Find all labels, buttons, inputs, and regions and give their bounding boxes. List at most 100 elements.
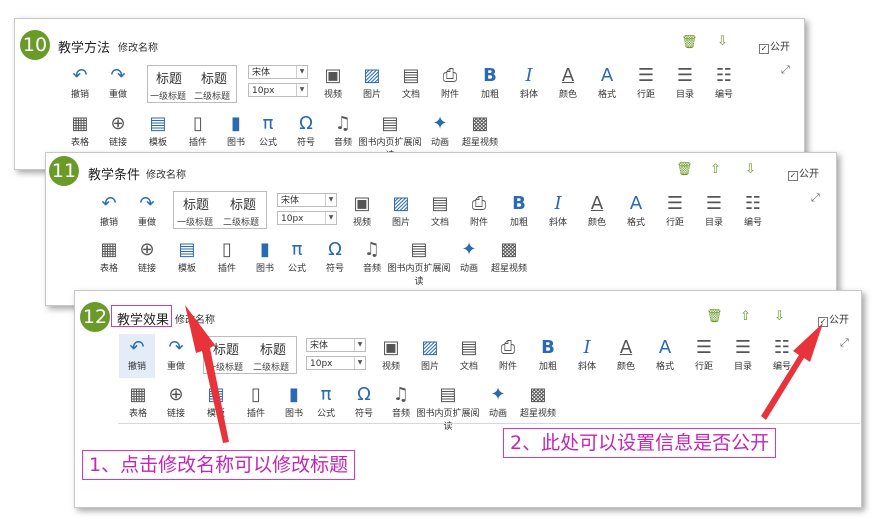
undo-button[interactable]: ↶ 撤销	[65, 65, 95, 100]
book-button[interactable]: ▮ 图书	[250, 239, 280, 274]
public-checkbox[interactable]: ✓ 公开	[759, 38, 790, 54]
font-size-select[interactable]: 10px ▼	[277, 211, 337, 225]
format-button[interactable]: A 格式	[621, 193, 651, 228]
move-up-icon[interactable]: ⇧	[710, 162, 721, 177]
line-height-button[interactable]: ☰ 行距	[660, 193, 690, 228]
animation-button[interactable]: ✦ 动画	[454, 239, 484, 274]
heading2-style[interactable]: 标题	[201, 68, 227, 87]
italic-button[interactable]: I 斜体	[514, 65, 544, 100]
plugin-button[interactable]: ▯ 插件	[241, 384, 271, 419]
heading1-style[interactable]: 标题	[156, 68, 182, 87]
font-family-select[interactable]: 宋体 ▼	[277, 193, 337, 207]
rename-link[interactable]: 修改名称	[146, 166, 186, 181]
formula-button[interactable]: π 公式	[311, 384, 341, 419]
move-down-icon[interactable]: ⇩	[717, 34, 728, 49]
animation-button[interactable]: ✦ 动画	[483, 384, 513, 419]
font-family-select[interactable]: 宋体 ▼	[248, 65, 308, 79]
plugin-button[interactable]: ▯ 插件	[212, 239, 242, 274]
template-button[interactable]: ▤ 模板	[172, 239, 202, 274]
rename-link[interactable]: 修改名称	[175, 311, 215, 326]
italic-button[interactable]: I 斜体	[543, 193, 573, 228]
fullscreen-icon[interactable]: ⤢	[811, 191, 820, 205]
video-button[interactable]: ▣ 视频	[347, 193, 377, 228]
line-height-button[interactable]: ☰ 行距	[631, 65, 661, 100]
undo-button[interactable]: ↶ 撤销	[119, 334, 155, 378]
attachment-button[interactable]: ⎙ 附件	[493, 337, 523, 372]
undo-button[interactable]: ↶ 撤销	[94, 193, 124, 228]
formula-button[interactable]: π 公式	[253, 113, 283, 148]
book-page-read-button[interactable]: ▤图书内页扩展阅读	[387, 239, 451, 287]
color-button[interactable]: A 颜色	[553, 65, 583, 100]
redo-button[interactable]: ↷ 重做	[132, 193, 162, 228]
link-button[interactable]: ⊕ 链接	[132, 239, 162, 274]
book-button[interactable]: ▮ 图书	[221, 113, 251, 148]
attachment-button[interactable]: ⎙ 附件	[464, 193, 494, 228]
format-button[interactable]: A 格式	[592, 65, 622, 100]
bold-button[interactable]: B 加粗	[475, 65, 505, 100]
plugin-button[interactable]: ▯ 插件	[183, 113, 213, 148]
move-up-icon[interactable]: ⇧	[740, 309, 751, 324]
superstar-video-button[interactable]: ▩ 超星视频	[513, 384, 563, 419]
heading1-style[interactable]: 标题	[213, 339, 239, 358]
heading2-style[interactable]: 标题	[230, 194, 256, 213]
video-button[interactable]: ▣ 视频	[376, 337, 406, 372]
audio-button[interactable]: ♫ 音频	[328, 113, 358, 148]
link-button[interactable]: ⊕ 链接	[161, 384, 191, 419]
image-button[interactable]: ▨ 图片	[415, 337, 445, 372]
numbering-button[interactable]: ☷ 编号	[709, 65, 739, 100]
attachment-button[interactable]: ⎙ 附件	[435, 65, 465, 100]
numbering-button[interactable]: ☷ 编号	[767, 337, 797, 372]
superstar-video-button[interactable]: ▩ 超星视频	[484, 239, 534, 274]
symbol-button[interactable]: Ω 符号	[291, 113, 321, 148]
symbol-button[interactable]: Ω 符号	[349, 384, 379, 419]
bold-button[interactable]: B 加粗	[533, 337, 563, 372]
bold-button[interactable]: B 加粗	[504, 193, 534, 228]
format-button[interactable]: A 格式	[650, 337, 680, 372]
template-button[interactable]: ▤ 模板	[143, 113, 173, 148]
book-button[interactable]: ▮ 图书	[279, 384, 309, 419]
audio-button[interactable]: ♫ 音频	[386, 384, 416, 419]
symbol-button[interactable]: Ω 符号	[320, 239, 350, 274]
image-button[interactable]: ▨ 图片	[386, 193, 416, 228]
redo-button[interactable]: ↷ 重做	[161, 337, 191, 372]
move-down-icon[interactable]: ⇩	[745, 162, 756, 177]
table-button[interactable]: ▦ 表格	[123, 384, 153, 419]
font-family-select[interactable]: 宋体 ▼	[306, 338, 366, 352]
rename-link[interactable]: 修改名称	[118, 39, 158, 54]
toc-button[interactable]: ☰ 目录	[728, 337, 758, 372]
superstar-video-button[interactable]: ▩ 超星视频	[455, 113, 505, 148]
heading-style-picker[interactable]: 标题 标题 一级标题 二级标题	[147, 65, 237, 103]
trash-icon[interactable]: 🗑	[676, 162, 693, 177]
redo-button[interactable]: ↷ 重做	[103, 65, 133, 100]
animation-button[interactable]: ✦ 动画	[425, 113, 455, 148]
video-button[interactable]: ▣ 视频	[318, 65, 348, 100]
document-button[interactable]: ▤ 文档	[396, 65, 426, 100]
italic-button[interactable]: I 斜体	[572, 337, 602, 372]
trash-icon[interactable]: 🗑	[706, 309, 723, 324]
document-button[interactable]: ▤ 文档	[425, 193, 455, 228]
color-button[interactable]: A 颜色	[582, 193, 612, 228]
toc-button[interactable]: ☰ 目录	[699, 193, 729, 228]
heading2-style[interactable]: 标题	[260, 339, 286, 358]
formula-button[interactable]: π 公式	[282, 239, 312, 274]
public-checkbox[interactable]: ✓ 公开	[818, 311, 849, 327]
template-button[interactable]: ▤ 模板	[201, 384, 231, 419]
trash-icon[interactable]: 🗑	[681, 35, 698, 50]
fullscreen-icon[interactable]: ⤢	[781, 63, 790, 77]
line-height-button[interactable]: ☰ 行距	[689, 337, 719, 372]
document-button[interactable]: ▤ 文档	[454, 337, 484, 372]
image-button[interactable]: ▨ 图片	[357, 65, 387, 100]
audio-button[interactable]: ♫ 音频	[357, 239, 387, 274]
toc-button[interactable]: ☰ 目录	[670, 65, 700, 100]
link-button[interactable]: ⊕ 链接	[103, 113, 133, 148]
heading-style-picker[interactable]: 标题 标题 一级标题 二级标题	[173, 191, 267, 229]
heading1-style[interactable]: 标题	[183, 194, 209, 213]
table-button[interactable]: ▦ 表格	[94, 239, 124, 274]
numbering-button[interactable]: ☷ 编号	[738, 193, 768, 228]
move-down-icon[interactable]: ⇩	[774, 309, 785, 324]
font-size-select[interactable]: 10px ▼	[306, 356, 366, 370]
font-size-select[interactable]: 10px ▼	[248, 83, 308, 97]
fullscreen-icon[interactable]: ⤢	[840, 336, 849, 350]
table-button[interactable]: ▦ 表格	[65, 113, 95, 148]
color-button[interactable]: A 颜色	[611, 337, 641, 372]
